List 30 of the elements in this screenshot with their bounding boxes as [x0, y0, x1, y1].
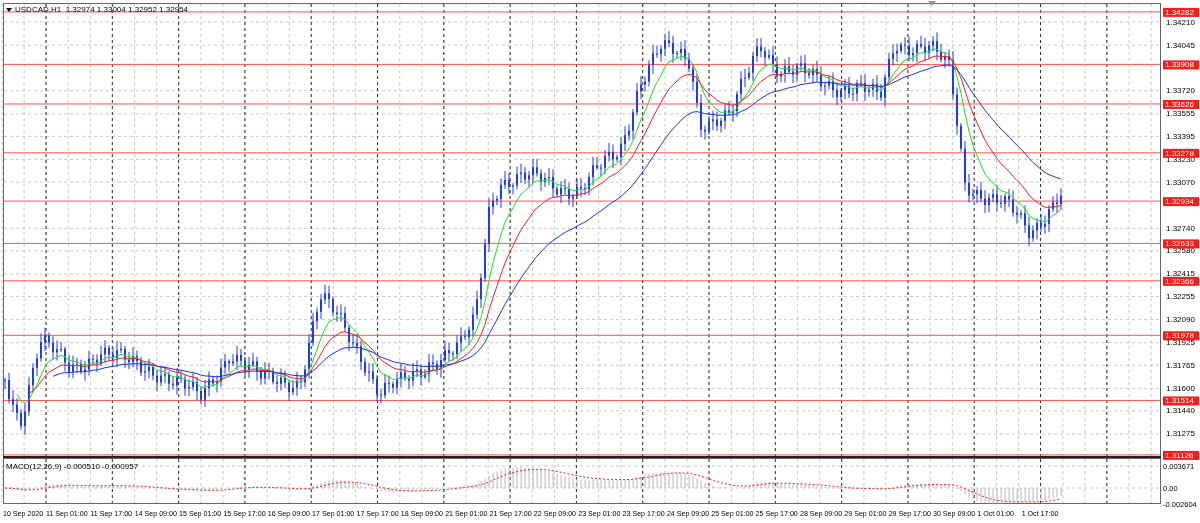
price-tick-label: 1.33555 [1166, 109, 1195, 119]
price-tick-label: 1.34045 [1166, 40, 1195, 50]
price-tick-label: 1.33070 [1166, 177, 1195, 187]
dropdown-triangle-icon[interactable] [6, 8, 12, 12]
price-tick-label: 1.32580 [1166, 246, 1195, 256]
price-tick-label: 1.31925 [1166, 338, 1195, 348]
price-tick-label: 1.33720 [1166, 86, 1195, 96]
price-tick-label: 1.32255 [1166, 291, 1195, 301]
price-tag: 1.31978 [1163, 331, 1199, 341]
price-tag: 1.31514 [1163, 396, 1199, 406]
price-tick-label: 1.32415 [1166, 269, 1195, 279]
price-tag: 1.32934 [1163, 197, 1199, 207]
price-tick-label: 1.31600 [1166, 383, 1195, 393]
price-tag: 1.32633 [1163, 239, 1199, 249]
triangle-marker-icon [928, 1, 936, 6]
price-tag: 1.33908 [1163, 60, 1199, 70]
price-tag: 1.34282 [1163, 7, 1199, 17]
price-tag: 1.33278 [1163, 148, 1199, 158]
price-tick-label: 1.32740 [1166, 223, 1195, 233]
price-tick-label: 1.31440 [1166, 406, 1195, 416]
price-tick-label: 1.31765 [1166, 360, 1195, 370]
price-tag: 1.33626 [1163, 100, 1199, 109]
price-tag: 1.31126 [1163, 450, 1199, 460]
price-tick-label: 1.33395 [1166, 131, 1195, 141]
chart-title: USDCAD,H1 1.32974 1.33004 1.32952 1.32954 [15, 5, 188, 14]
price-tag: 1.32366 [1163, 276, 1199, 286]
price-tick-label: 1.34210 [1166, 17, 1195, 27]
price-tick-label: 1.32090 [1166, 315, 1195, 325]
macd-label: MACD(12,26,9) -0.000510 -0.000957 [6, 462, 139, 471]
price-tick-label: 1.31275 [1166, 429, 1195, 439]
